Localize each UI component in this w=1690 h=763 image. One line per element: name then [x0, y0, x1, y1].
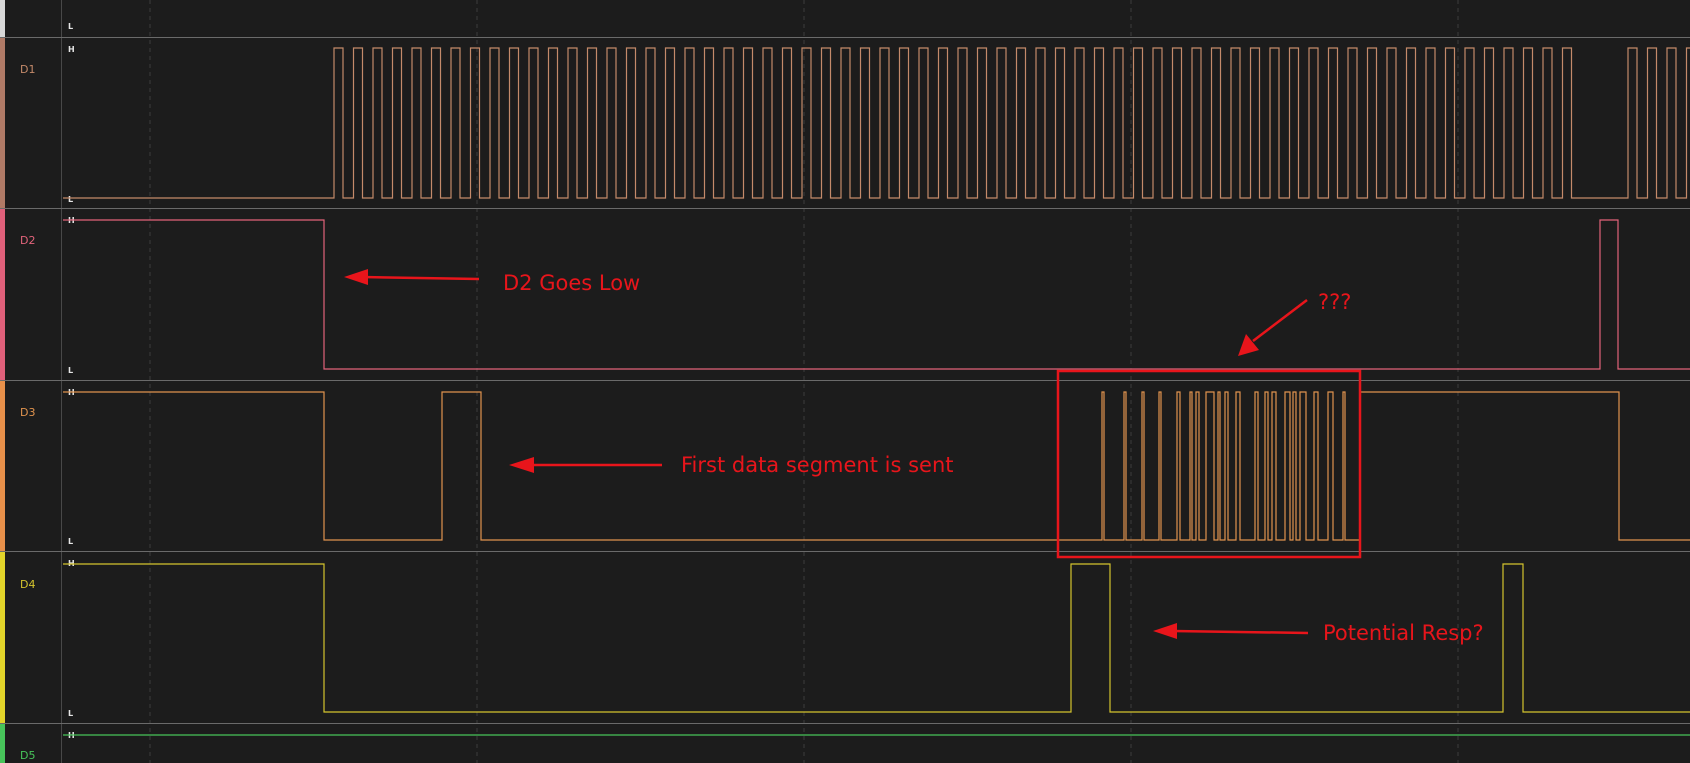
trace-area-background [0, 0, 1690, 763]
channel-d1-low-label: L [68, 195, 73, 204]
top-strip-low-label: L [68, 22, 73, 31]
channel-d2-color-stripe [0, 209, 5, 380]
channel-d2-low-label: L [68, 366, 73, 375]
channel-d4-name[interactable]: D4 [20, 578, 35, 591]
channel-d1-name[interactable]: D1 [20, 63, 35, 76]
annotation-potential-resp: Potential Resp? [1323, 621, 1484, 645]
annotation-d2-goes-low: D2 Goes Low [503, 271, 640, 295]
top-strip-stripe [0, 0, 5, 37]
channel-d1-high-label: H [68, 45, 75, 54]
channel-d5-name[interactable]: D5 [20, 749, 35, 762]
channel-d3-low-label: L [68, 537, 73, 546]
annotation-unknown: ??? [1318, 290, 1351, 314]
channel-d4-color-stripe [0, 552, 5, 723]
channel-d3-color-stripe [0, 381, 5, 551]
channel-d3-name[interactable]: D3 [20, 406, 35, 419]
channel-d1-color-stripe [0, 38, 5, 208]
channel-d5-color-stripe [0, 724, 5, 763]
channel-d2-name[interactable]: D2 [20, 234, 35, 247]
logic-analyzer-view: L D1 H L D2 H L D3 H L D4 H L D5 H D2 Go… [0, 0, 1690, 763]
channel-d4-low-label: L [68, 709, 73, 718]
annotation-first-data-segment: First data segment is sent [681, 453, 954, 477]
